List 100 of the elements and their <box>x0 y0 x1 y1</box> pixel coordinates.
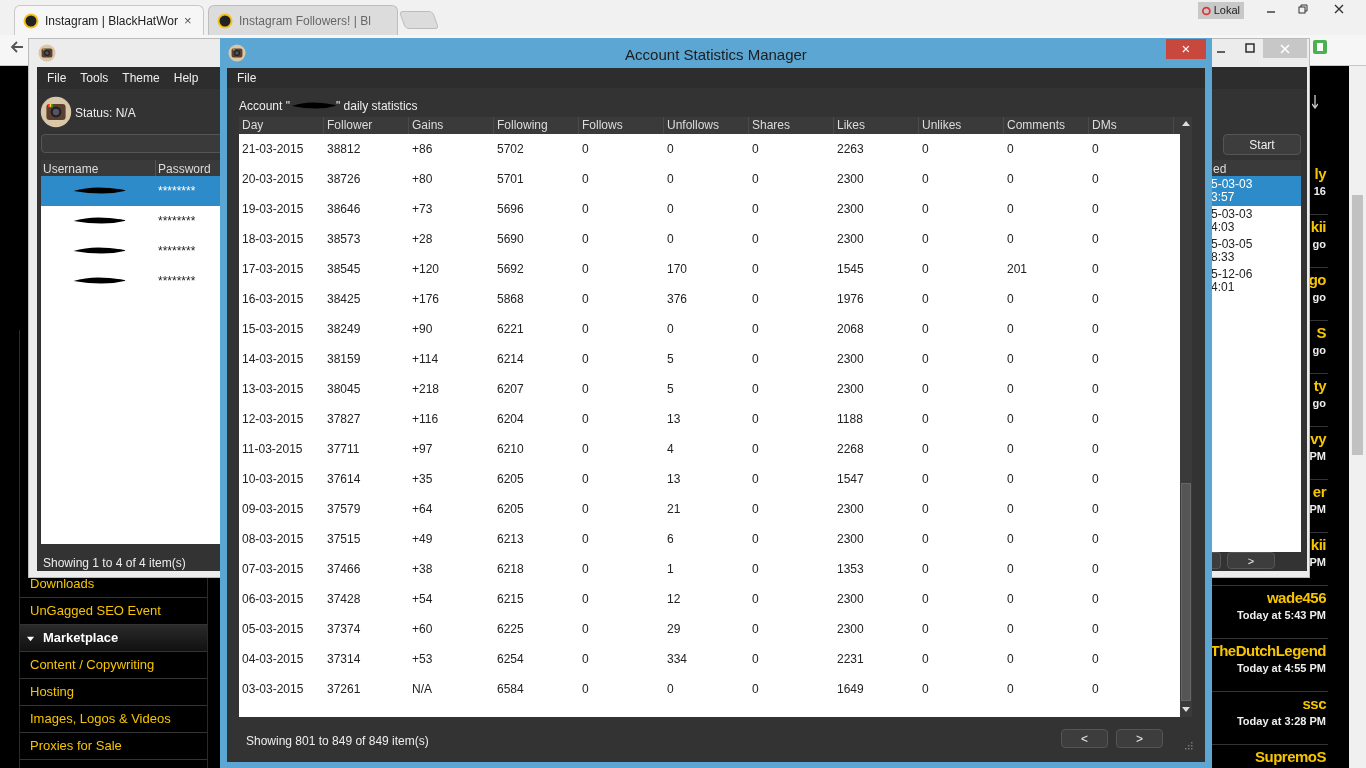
column-header[interactable]: Following <box>494 117 579 134</box>
next-page-button[interactable]: > <box>1116 729 1163 748</box>
table-cell-text: 0 <box>581 471 590 488</box>
menu-item[interactable]: Help <box>173 69 199 87</box>
poster-name[interactable]: vy <box>1310 430 1326 448</box>
table-cell-text: 0 <box>751 411 760 428</box>
table-cell-text: 0 <box>751 561 760 578</box>
sidebar-link[interactable]: Images, Logos & Videos <box>20 706 207 733</box>
sort-arrow-icon[interactable] <box>1312 95 1318 109</box>
table-cell-text: 1547 <box>836 471 865 488</box>
previous-page-button[interactable]: < <box>1061 729 1108 748</box>
next-page-button[interactable]: > <box>1227 552 1275 569</box>
table-cell-text: 0 <box>751 321 760 338</box>
maximize-icon[interactable] <box>1245 43 1255 53</box>
column-header[interactable]: Password <box>156 160 213 176</box>
profile-button[interactable]: Lokal <box>1198 2 1244 19</box>
table-cell-text: 1188 <box>836 411 864 428</box>
poster-name[interactable]: er <box>1312 483 1326 501</box>
table-cell-text: 19-03-2015 <box>241 201 305 218</box>
table-cell-text: 0 <box>751 351 760 368</box>
menu-item[interactable]: Theme <box>122 69 160 87</box>
table-cell-text: +73 <box>411 201 434 218</box>
start-button[interactable]: Start <box>1223 134 1301 155</box>
scrollbar[interactable] <box>1180 117 1192 717</box>
table-cell-text: 0 <box>921 141 930 158</box>
column-header[interactable]: Comments <box>1004 117 1089 134</box>
poster-name[interactable]: TheDutchLegend <box>1210 642 1326 660</box>
sidebar-link[interactable]: Content / Copywriting <box>20 652 207 679</box>
sidebar-link[interactable]: Hosting <box>20 679 207 706</box>
tab-close-button[interactable]: × <box>183 10 192 31</box>
poster-name[interactable]: SupremoS <box>1255 748 1326 766</box>
table-cell-text: 0 <box>1006 621 1015 638</box>
table-cell-text: 0 <box>921 591 930 608</box>
scrollbar-thumb[interactable] <box>1181 483 1191 701</box>
table-cell-text: 0 <box>751 201 760 218</box>
section-header[interactable]: Marketplace <box>20 625 207 652</box>
close-icon[interactable] <box>1334 4 1344 14</box>
browser-tab[interactable]: Instagram | BlackHatWor × <box>14 5 204 35</box>
table-cell-text: 2300 <box>836 621 865 638</box>
scrollbar-thumb[interactable] <box>1352 195 1363 455</box>
table-cell-text: 0 <box>581 411 590 428</box>
table-cell-text: 0 <box>1091 321 1100 338</box>
table-cell-text: 5-03-05 <box>1211 238 1254 251</box>
back-icon[interactable] <box>10 40 24 54</box>
post-time: Today at 4:55 PM <box>1236 661 1326 676</box>
column-header[interactable]: Gains <box>409 117 494 134</box>
column-header[interactable]: Follower <box>324 117 409 134</box>
poster-name[interactable]: S <box>1316 324 1326 342</box>
table-cell-text: 11-03-2015 <box>241 441 304 458</box>
table-cell-text: 0 <box>666 321 675 338</box>
scroll-up-icon[interactable] <box>1181 119 1191 129</box>
column-header[interactable]: Unfollows <box>664 117 749 134</box>
table-cell-text: 0 <box>581 441 590 458</box>
scroll-down-icon[interactable] <box>1181 704 1191 714</box>
table-cell-text: N/A <box>411 681 433 698</box>
poster-name[interactable]: kii <box>1310 536 1326 554</box>
table-cell-text: 2300 <box>836 351 865 368</box>
column-header[interactable]: ed <box>1211 160 1301 176</box>
table-cell-text: 0 <box>1006 291 1015 308</box>
column-header[interactable]: Shares <box>749 117 834 134</box>
table-cell-text: 6205 <box>496 471 525 488</box>
table-cell-text: 2068 <box>836 321 865 338</box>
column-header[interactable]: Follows <box>579 117 664 134</box>
sidebar-link[interactable]: Proxies for Sale <box>20 733 207 760</box>
table-cell-text: 0 <box>1091 501 1100 518</box>
restore-icon[interactable] <box>1298 4 1308 14</box>
extension-icon[interactable] <box>1312 39 1328 55</box>
column-header[interactable]: Likes <box>834 117 919 134</box>
table-cell-text: 10-03-2015 <box>241 471 305 488</box>
camera-icon <box>38 44 56 62</box>
browser-tab[interactable]: Instagram Followers! | Bl <box>208 5 398 35</box>
poster-name[interactable]: wade456 <box>1266 589 1326 607</box>
menu-item[interactable]: Tools <box>80 69 109 87</box>
table-cell-text: 5 <box>666 381 675 398</box>
poster-name[interactable]: ty <box>1313 377 1326 395</box>
column-header[interactable]: Unlikes <box>919 117 1004 134</box>
table-cell-text: 0 <box>1091 201 1100 218</box>
close-button[interactable]: × <box>1166 39 1206 59</box>
post-time: Today at 5:43 PM <box>1236 608 1326 623</box>
table-cell-text: 5692 <box>496 261 525 278</box>
table-cell-text: 0 <box>921 501 930 518</box>
table-cell-text: 0 <box>1091 591 1100 608</box>
table-cell-text: 0 <box>581 531 590 548</box>
table-cell-text: 5-12-06 <box>1211 268 1254 281</box>
menu-item[interactable]: File <box>237 69 257 87</box>
column-header[interactable]: Day <box>239 117 324 134</box>
scrollbar[interactable] <box>1349 66 1366 768</box>
table-cell-text: 5690 <box>496 231 525 248</box>
poster-name[interactable]: kii <box>1310 218 1326 236</box>
table-cell-text: 09-03-2015 <box>241 501 305 518</box>
column-header[interactable]: DMs <box>1089 117 1174 134</box>
table-cell-text: 0 <box>1091 261 1100 278</box>
table-cell-text: 37466 <box>326 561 362 578</box>
menu-item[interactable]: File <box>47 69 67 87</box>
resize-grip-icon[interactable] <box>1183 740 1193 750</box>
table-cell-text: 6204 <box>496 411 525 428</box>
poster-name[interactable]: ssc <box>1302 695 1326 713</box>
poster-name[interactable]: ly <box>1314 165 1326 183</box>
poster-name[interactable]: go <box>1308 271 1326 289</box>
table-cell-text: 0 <box>1006 501 1015 518</box>
